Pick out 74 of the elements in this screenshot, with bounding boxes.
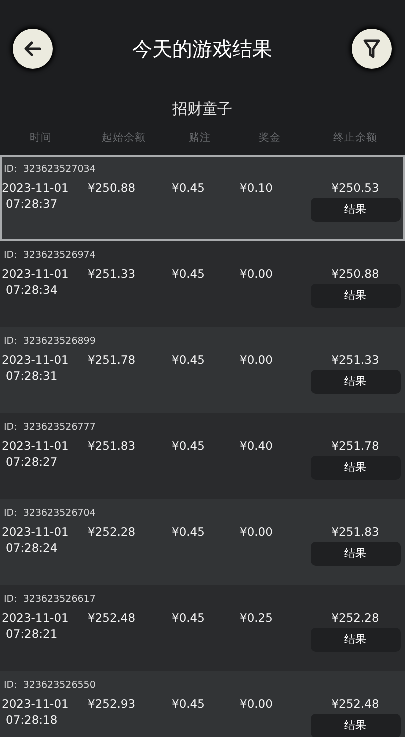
result-row[interactable]: ID: 323623526777 2023-11-01 07:28:27 ¥251.83 ¥0.45 ¥0.40 ¥251.78 结果 xyxy=(0,413,405,499)
result-button[interactable]: 结果 xyxy=(310,456,400,480)
filter-icon xyxy=(363,39,381,59)
time-text: 07:28:18 xyxy=(6,713,58,727)
date-text: 2023-11-01 xyxy=(2,181,69,195)
column-header: 终止余额 xyxy=(332,130,378,146)
prize-amount: ¥0.25 xyxy=(240,611,273,625)
start-balance: ¥252.48 xyxy=(88,611,136,625)
date-text: 2023-11-01 xyxy=(2,611,69,625)
bet-amount: ¥0.45 xyxy=(172,697,205,711)
result-row[interactable]: ID: 323623526617 2023-11-01 07:28:21 ¥252.48 ¥0.45 ¥0.25 ¥252.28 结果 xyxy=(0,585,405,671)
bet-amount: ¥0.45 xyxy=(172,611,205,625)
bet-amount: ¥0.45 xyxy=(172,525,205,539)
result-row[interactable]: ID: 323623526974 2023-11-01 07:28:34 ¥251.33 ¥0.45 ¥0.00 ¥250.88 结果 xyxy=(0,241,405,327)
result-button[interactable]: 结果 xyxy=(310,284,400,308)
record-id: ID: 323623526617 xyxy=(3,594,96,605)
prize-amount: ¥0.00 xyxy=(240,525,273,539)
time-text: 07:28:31 xyxy=(6,369,58,383)
page-title: 今天的游戏结果 xyxy=(132,36,272,63)
prize-amount: ¥0.10 xyxy=(240,181,273,195)
end-balance: ¥251.78 xyxy=(332,438,380,454)
date-text: 2023-11-01 xyxy=(2,697,69,711)
bet-amount: ¥0.45 xyxy=(172,353,205,367)
end-balance: ¥250.88 xyxy=(332,266,380,282)
game-name: 招财童子 xyxy=(172,100,232,118)
record-id: ID: 323623526704 xyxy=(3,508,96,519)
prize-amount: ¥0.00 xyxy=(240,353,273,367)
date-text: 2023-11-01 xyxy=(2,353,69,367)
record-id: ID: 323623526974 xyxy=(3,250,96,261)
back-arrow-icon xyxy=(24,41,42,57)
result-row[interactable]: ID: 323623526704 2023-11-01 07:28:24 ¥252.28 ¥0.45 ¥0.00 ¥251.83 结果 xyxy=(0,499,405,585)
prize-amount: ¥0.00 xyxy=(240,267,273,281)
column-header: 起始余额 xyxy=(101,130,147,146)
time-text: 07:28:21 xyxy=(6,627,58,641)
start-balance: ¥251.33 xyxy=(88,267,136,281)
result-button[interactable]: 结果 xyxy=(310,370,400,394)
result-button[interactable]: 结果 xyxy=(310,542,400,566)
back-button[interactable] xyxy=(13,29,53,69)
column-header: 奖金 xyxy=(258,130,282,146)
end-balance: ¥252.28 xyxy=(332,610,380,626)
result-row[interactable]: ID: 323623526899 2023-11-01 07:28:31 ¥251.78 ¥0.45 ¥0.00 ¥251.33 结果 xyxy=(0,327,405,413)
result-row[interactable]: ID: 323623527034 2023-11-01 07:28:37 ¥250.88 ¥0.45 ¥0.10 ¥250.53 结果 xyxy=(0,155,405,241)
date-text: 2023-11-01 xyxy=(2,525,69,539)
start-balance: ¥252.28 xyxy=(88,525,136,539)
record-id: ID: 323623527034 xyxy=(3,164,96,175)
start-balance: ¥251.78 xyxy=(88,353,136,367)
end-balance: ¥252.48 xyxy=(332,696,380,712)
record-id: ID: 323623526899 xyxy=(3,336,96,347)
time-text: 07:28:24 xyxy=(6,541,58,555)
result-button[interactable]: 结果 xyxy=(310,714,400,737)
record-id: ID: 323623526550 xyxy=(3,680,96,691)
date-text: 2023-11-01 xyxy=(2,267,69,281)
column-header: 赌注 xyxy=(188,130,212,146)
result-row[interactable]: ID: 323623526550 2023-11-01 07:28:18 ¥252.93 ¥0.45 ¥0.00 ¥252.48 结果 xyxy=(0,671,405,737)
end-balance: ¥251.83 xyxy=(332,524,380,540)
record-id: ID: 323623526777 xyxy=(3,422,96,433)
filter-button[interactable] xyxy=(352,29,392,69)
prize-amount: ¥0.40 xyxy=(240,439,273,453)
bet-amount: ¥0.45 xyxy=(172,181,205,195)
time-text: 07:28:27 xyxy=(6,455,58,469)
end-balance: ¥250.53 xyxy=(332,180,380,196)
prize-amount: ¥0.00 xyxy=(240,697,273,711)
time-text: 07:28:34 xyxy=(6,283,58,297)
start-balance: ¥252.93 xyxy=(88,697,136,711)
bet-amount: ¥0.45 xyxy=(172,267,205,281)
start-balance: ¥250.88 xyxy=(88,181,136,195)
end-balance: ¥251.33 xyxy=(332,352,380,368)
start-balance: ¥251.83 xyxy=(88,439,136,453)
time-text: 07:28:37 xyxy=(6,197,58,211)
result-button[interactable]: 结果 xyxy=(310,628,400,652)
column-header: 时间 xyxy=(29,130,53,146)
date-text: 2023-11-01 xyxy=(2,439,69,453)
bet-amount: ¥0.45 xyxy=(172,439,205,453)
result-button[interactable]: 结果 xyxy=(310,198,400,222)
